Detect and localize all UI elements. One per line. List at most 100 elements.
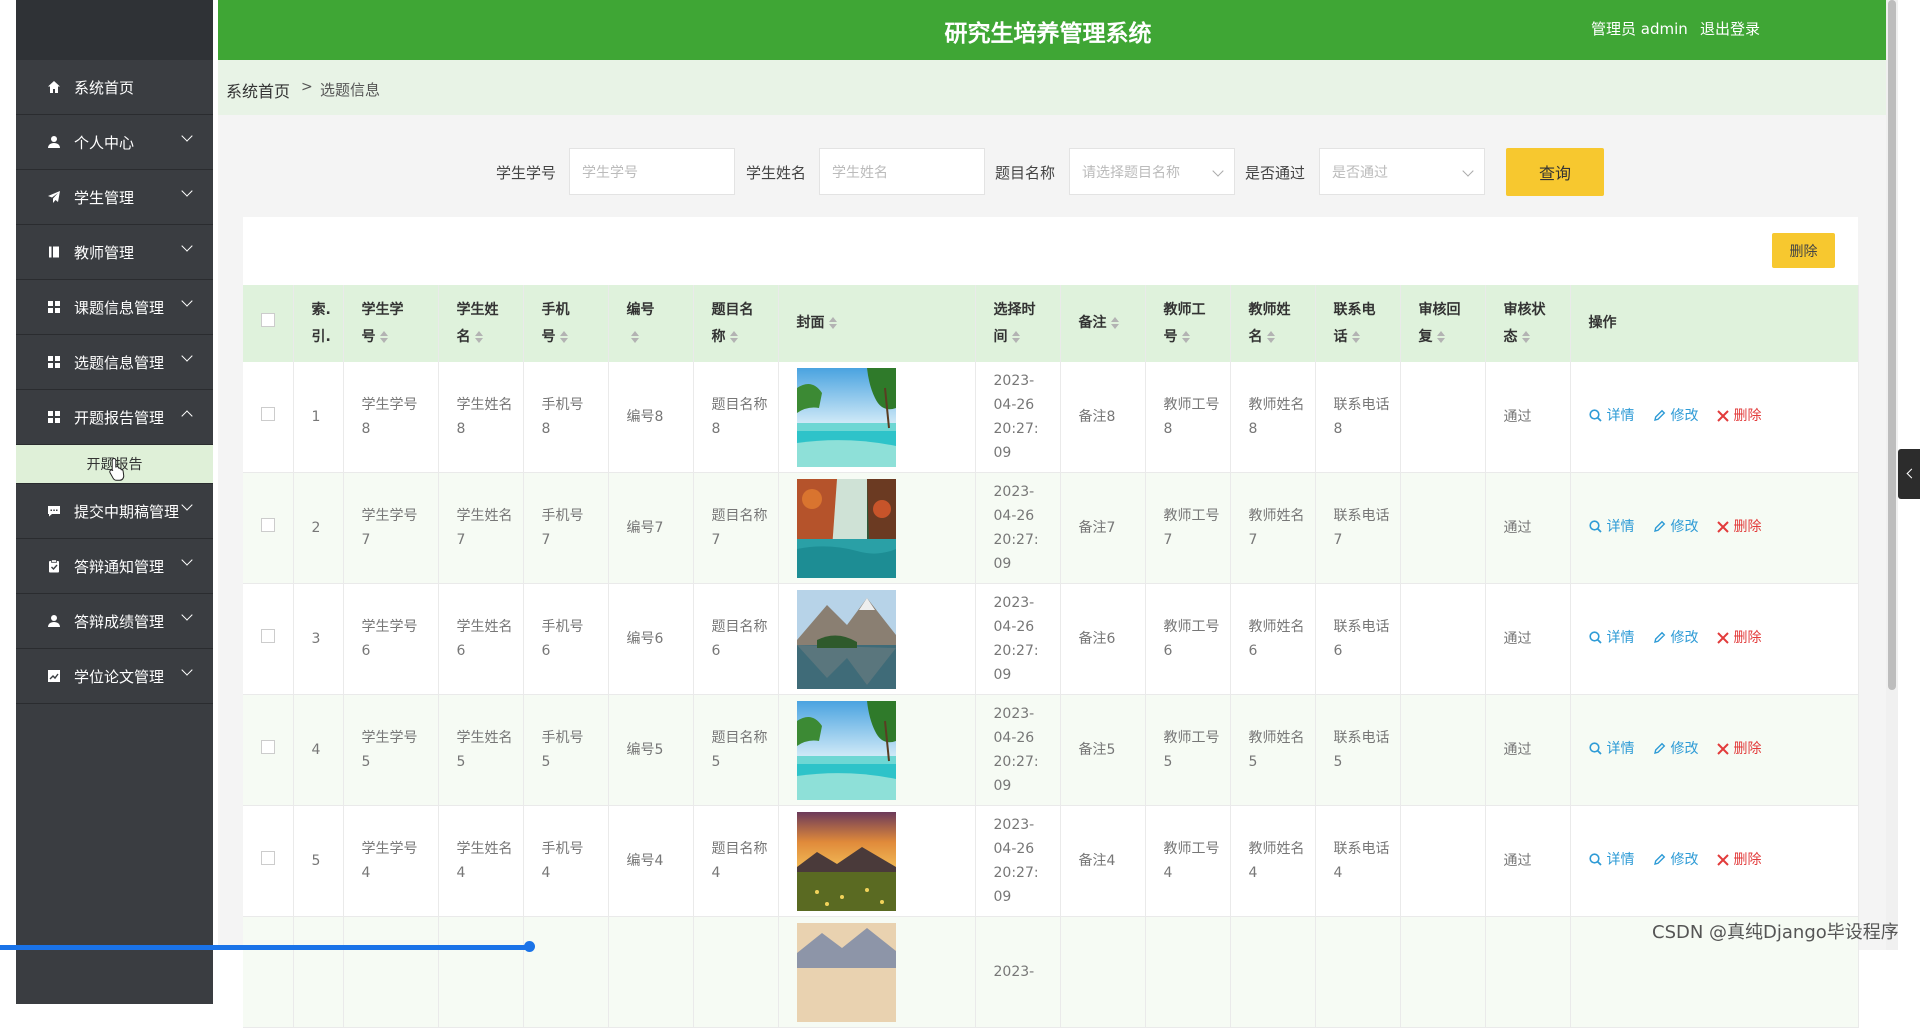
- topic-placeholder: 请选择题目名称: [1082, 164, 1180, 181]
- actions-cell[interactable]: 详情 修改 删除: [1570, 694, 1859, 806]
- column-header[interactable]: 学生学号: [343, 285, 439, 362]
- actions-cell[interactable]: 详情 修改 删除: [1570, 805, 1859, 917]
- sidebar-item-2[interactable]: 个人中心: [16, 115, 213, 170]
- sort-icon[interactable]: [1181, 330, 1190, 344]
- sort-icon[interactable]: [1351, 330, 1360, 344]
- sidebar-item-5[interactable]: 课题信息管理: [16, 280, 213, 335]
- delete-button[interactable]: 删除: [1716, 737, 1762, 761]
- column-header[interactable]: 题目名称: [693, 285, 779, 362]
- column-header[interactable]: 教师姓名: [1230, 285, 1316, 362]
- row-checkbox[interactable]: [243, 472, 294, 584]
- chevron-down-icon: [181, 664, 193, 676]
- column-header[interactable]: 审核状态: [1485, 285, 1571, 362]
- detail-button[interactable]: 详情: [1588, 626, 1635, 650]
- sort-icon[interactable]: [1266, 330, 1275, 344]
- row-checkbox[interactable]: [261, 407, 275, 421]
- column-header[interactable]: 教师工号: [1145, 285, 1231, 362]
- time-cell: 2023- 04-26 20:27: 09: [975, 805, 1061, 917]
- teacher-name-cell: 教师姓名 4: [1230, 805, 1316, 917]
- student-name-cell: [438, 916, 524, 1028]
- delete-button[interactable]: 删除: [1716, 515, 1762, 539]
- row-checkbox[interactable]: [261, 740, 275, 754]
- column-header[interactable]: 选择时间: [975, 285, 1061, 362]
- sort-icon[interactable]: [1521, 330, 1530, 344]
- cover-cell: [778, 362, 976, 473]
- sort-icon[interactable]: [379, 330, 388, 344]
- tel-cell: 联系电话 8: [1315, 362, 1401, 473]
- code-cell: 编号4: [608, 805, 694, 917]
- detail-button[interactable]: 详情: [1588, 737, 1635, 761]
- edit-button[interactable]: 修改: [1653, 626, 1699, 650]
- sidebar-item-11[interactable]: 学位论文管理: [16, 649, 213, 704]
- sidebar-item-4[interactable]: 教师管理: [16, 225, 213, 280]
- sort-icon[interactable]: [559, 330, 568, 344]
- sort-icon[interactable]: [1011, 330, 1020, 344]
- row-checkbox[interactable]: [243, 916, 294, 1028]
- sort-icon[interactable]: [630, 330, 639, 344]
- sidebar-item-label: 学位论文管理: [74, 667, 165, 686]
- sort-icon[interactable]: [828, 316, 837, 330]
- sort-icon[interactable]: [1110, 316, 1119, 330]
- student-name-cell: 学生姓名 6: [438, 583, 524, 695]
- sidebar-item-6[interactable]: 选题信息管理: [16, 335, 213, 390]
- pass-select[interactable]: 是否通过: [1319, 148, 1485, 195]
- row-checkbox[interactable]: [261, 851, 275, 865]
- index-cell: 4: [293, 694, 344, 806]
- code-cell: 编号5: [608, 694, 694, 806]
- actions-cell[interactable]: 详情 修改 删除: [1570, 472, 1859, 584]
- row-checkbox[interactable]: [243, 583, 294, 695]
- scrollbar-thumb[interactable]: [1888, 0, 1896, 690]
- edit-button[interactable]: 修改: [1653, 404, 1699, 428]
- detail-button[interactable]: 详情: [1588, 404, 1635, 428]
- detail-button[interactable]: 详情: [1588, 515, 1635, 539]
- column-header[interactable]: 手机号: [523, 285, 609, 362]
- note-cell: 备注5: [1060, 694, 1146, 806]
- collapse-handle[interactable]: [1898, 449, 1920, 499]
- breadcrumb-home[interactable]: 系统首页: [226, 78, 290, 102]
- row-checkbox[interactable]: [243, 362, 294, 473]
- top-header: 研究生培养管理系统 管理员 admin 退出登录: [218, 0, 1886, 60]
- column-header[interactable]: 编号: [608, 285, 694, 362]
- progress-handle[interactable]: [524, 941, 535, 952]
- row-checkbox[interactable]: [243, 694, 294, 806]
- row-checkbox[interactable]: [243, 805, 294, 917]
- column-header[interactable]: 审核回复: [1400, 285, 1486, 362]
- sidebar-item-7[interactable]: 开题报告管理: [16, 390, 213, 445]
- cover-cell: [778, 583, 976, 695]
- topic-select[interactable]: 请选择题目名称: [1069, 148, 1235, 195]
- column-header[interactable]: 学生姓名: [438, 285, 524, 362]
- row-checkbox[interactable]: [261, 518, 275, 532]
- edit-button[interactable]: 修改: [1653, 737, 1699, 761]
- sidebar-item-9[interactable]: 答辩通知管理: [16, 539, 213, 594]
- column-header[interactable]: 封面: [778, 285, 976, 362]
- row-checkbox[interactable]: [261, 629, 275, 643]
- sidebar-item-8[interactable]: 提交中期稿管理: [16, 484, 213, 539]
- sort-icon[interactable]: [1436, 330, 1445, 344]
- actions-cell[interactable]: 详情 修改 删除: [1570, 583, 1859, 695]
- edit-button[interactable]: 修改: [1653, 848, 1699, 872]
- cover-cell: [778, 694, 976, 806]
- delete-button[interactable]: 删除: [1716, 848, 1762, 872]
- sidebar-item-1[interactable]: 系统首页: [16, 60, 213, 115]
- select-all-checkbox[interactable]: [261, 313, 275, 327]
- edit-button[interactable]: 修改: [1653, 515, 1699, 539]
- actions-cell[interactable]: 详情 修改 删除: [1570, 362, 1859, 473]
- logout-link[interactable]: 退出登录: [1700, 18, 1760, 39]
- sidebar-item-3[interactable]: 学生管理: [16, 170, 213, 225]
- student-name-input[interactable]: 学生姓名: [819, 148, 985, 195]
- sort-icon[interactable]: [474, 330, 483, 344]
- delete-button[interactable]: 删除: [1716, 404, 1762, 428]
- phone-cell: 手机号 4: [523, 805, 609, 917]
- column-header[interactable]: 备注: [1060, 285, 1146, 362]
- detail-button[interactable]: 详情: [1588, 848, 1635, 872]
- user-icon: [46, 613, 62, 629]
- delete-button[interactable]: 删除: [1716, 626, 1762, 650]
- sort-icon[interactable]: [729, 330, 738, 344]
- batch-delete-button[interactable]: 删除: [1772, 233, 1835, 268]
- query-button[interactable]: 查询: [1506, 148, 1604, 196]
- sidebar-item-10[interactable]: 答辩成绩管理: [16, 594, 213, 649]
- column-header[interactable]: 联系电话: [1315, 285, 1401, 362]
- time-cell: 2023-: [975, 916, 1061, 1028]
- student-no-input[interactable]: 学生学号: [569, 148, 735, 195]
- column-label: 封面: [796, 315, 825, 331]
